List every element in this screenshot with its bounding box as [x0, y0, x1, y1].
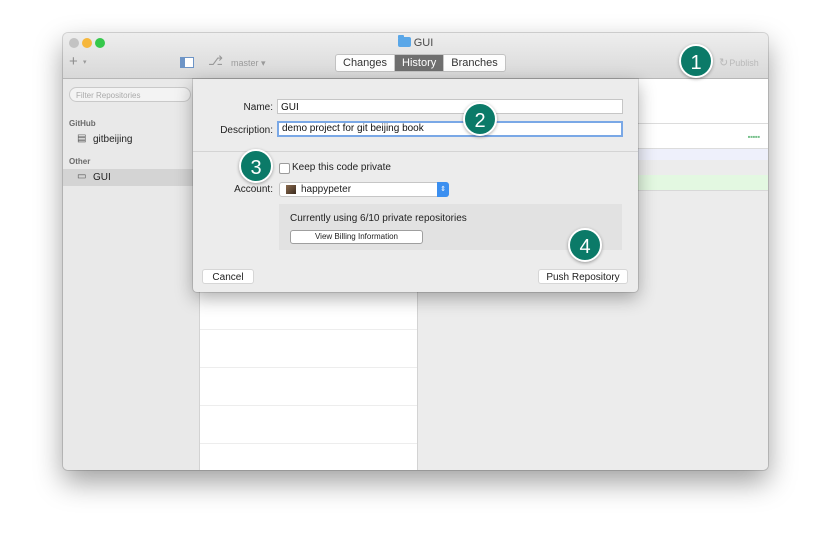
name-label: Name:	[243, 102, 273, 113]
push-repository-button[interactable]: Push Repository	[538, 269, 628, 284]
description-field[interactable]: demo project for git beijing book	[277, 121, 623, 137]
section-title-other: Other	[69, 157, 91, 166]
computer-icon: ▭	[77, 171, 87, 182]
avatar	[286, 185, 296, 194]
title-bar: GUI + ▾ ⎇ master ▾ Changes History Branc…	[63, 33, 768, 79]
branch-selector[interactable]: master ▾	[231, 58, 266, 69]
keep-private-label[interactable]: Keep this code private	[292, 162, 391, 173]
select-arrows-icon: ⇕	[437, 182, 449, 197]
list-item[interactable]	[200, 291, 417, 330]
push-repository-dialog: Name: GUI Description: demo project for …	[193, 79, 638, 292]
account-value: happypeter	[301, 184, 352, 195]
sidebar-item-gitbeijing[interactable]: ▤ gitbeijing	[63, 131, 199, 148]
view-tabs: Changes History Branches	[335, 54, 506, 72]
account-label: Account:	[234, 184, 273, 195]
filter-repositories-input[interactable]: Filter Repositories	[69, 87, 191, 102]
sidebar-toggle-icon[interactable]	[180, 57, 194, 68]
name-field[interactable]: GUI	[277, 99, 623, 114]
keep-private-checkbox[interactable]	[279, 163, 290, 174]
section-title-github: GitHub	[69, 119, 96, 128]
add-repository-button[interactable]: +	[69, 54, 78, 70]
diff-stat-icon: ■■■■■	[747, 134, 760, 139]
view-billing-button[interactable]: View Billing Information	[290, 230, 423, 244]
account-select[interactable]: happypeter ⇕	[279, 182, 449, 197]
tab-branches[interactable]: Branches	[444, 55, 504, 71]
callout-badge: 4	[568, 228, 602, 262]
repo-icon: ▤	[77, 133, 87, 144]
sidebar-item-label: gitbeijing	[93, 134, 133, 145]
refresh-icon: ↻	[719, 57, 729, 69]
tab-history[interactable]: History	[395, 55, 445, 71]
callout-badge: 2	[463, 102, 497, 136]
sidebar-item-label: GUI	[93, 172, 111, 183]
sidebar-item-gui[interactable]: ▭ GUI	[63, 169, 199, 186]
repository-sidebar: Filter Repositories GitHub ▤ gitbeijing …	[63, 79, 200, 470]
description-label: Description:	[220, 125, 273, 136]
list-item[interactable]	[200, 405, 417, 444]
billing-status-text: Currently using 6/10 private repositorie…	[290, 213, 467, 224]
tab-changes[interactable]: Changes	[336, 55, 396, 71]
window-title: GUI	[63, 35, 768, 49]
callout-badge: 1	[679, 44, 713, 78]
publish-button[interactable]: ↻Publish	[719, 56, 759, 69]
list-item[interactable]	[200, 367, 417, 406]
callout-badge: 3	[239, 149, 273, 183]
list-item[interactable]	[200, 329, 417, 368]
folder-icon	[397, 35, 411, 47]
chevron-down-icon[interactable]: ▾	[83, 58, 87, 66]
cancel-button[interactable]: Cancel	[202, 269, 254, 284]
branch-icon[interactable]: ⎇	[208, 53, 223, 69]
